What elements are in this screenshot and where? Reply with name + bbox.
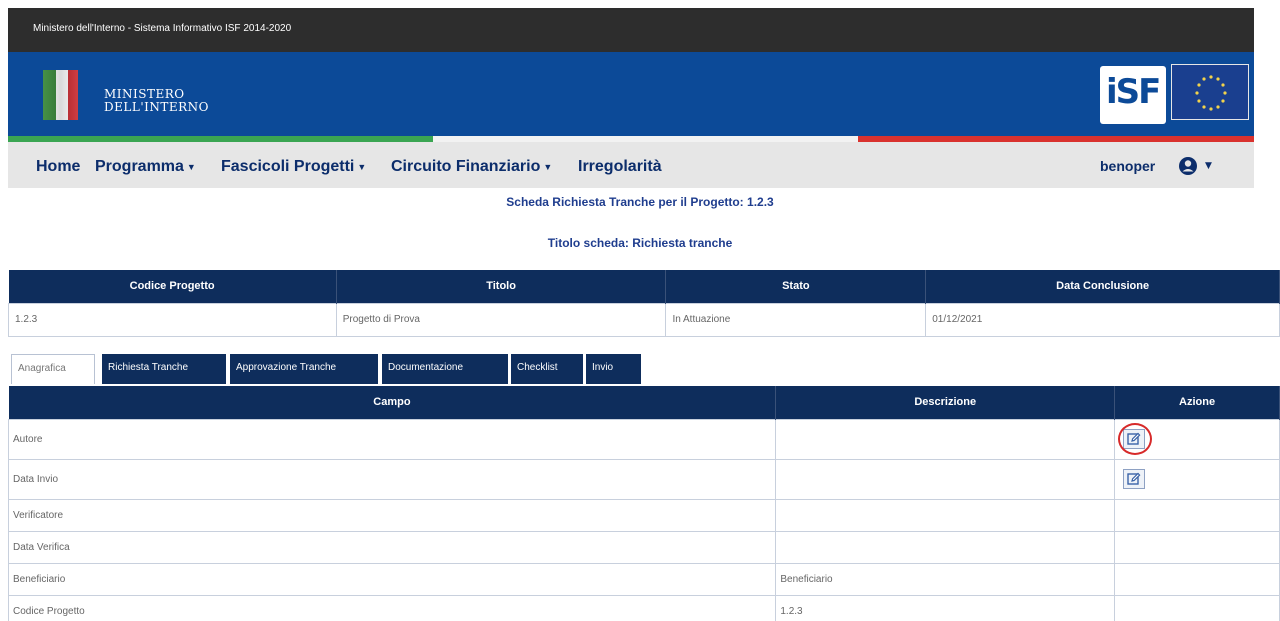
top-bar: Ministero dell'Interno - Sistema Informa… <box>8 8 1254 52</box>
table-row: Beneficiario Beneficiario <box>7 562 1280 596</box>
cell-descrizione <box>775 418 1116 460</box>
nav-fascicoli-label: Fascicoli Progetti <box>221 158 355 175</box>
table-row: Data Invio <box>7 458 1280 500</box>
table-row: Autore <box>7 418 1280 460</box>
username: benoper <box>1100 158 1156 174</box>
italian-flag-logo <box>43 70 89 120</box>
cell-descrizione <box>775 530 1116 564</box>
nav-irregolarita[interactable]: Irregolarità <box>578 158 662 176</box>
cell-data: 01/12/2021 <box>925 302 1280 337</box>
nav-programma[interactable]: Programma ▼ <box>95 158 196 176</box>
cell-azione <box>1114 418 1280 460</box>
cell-campo: Data Invio <box>7 458 777 500</box>
edit-button-data-invio[interactable] <box>1123 469 1146 489</box>
project-summary-table: Codice Progetto Titolo Stato Data Conclu… <box>8 270 1280 337</box>
cell-azione <box>1114 458 1280 500</box>
cell-campo: Beneficiario <box>7 562 777 596</box>
tab-invio[interactable]: Invio <box>585 354 641 384</box>
system-title: Ministero dell'Interno - Sistema Informa… <box>33 23 292 34</box>
cell-descrizione <box>775 458 1116 500</box>
page-title: Scheda Richiesta Tranche per il Progetto… <box>506 195 774 209</box>
cell-azione <box>1114 562 1280 596</box>
tab-richiesta-tranche[interactable]: Richiesta Tranche <box>101 354 226 384</box>
col-stato: Stato <box>665 270 927 303</box>
cell-azione <box>1114 594 1280 621</box>
user-menu[interactable]: benoper <box>1100 158 1155 174</box>
table-row: 1.2.3 Progetto di Prova In Attuazione 01… <box>8 302 1280 337</box>
table-row: Verificatore <box>7 498 1280 532</box>
cell-descrizione: Beneficiario <box>775 562 1116 596</box>
edit-icon <box>1127 472 1141 485</box>
col-data-conclusione: Data Conclusione <box>925 270 1280 303</box>
nav-fascicoli-progetti[interactable]: Fascicoli Progetti ▼ <box>221 158 366 176</box>
tab-checklist[interactable]: Checklist <box>510 354 583 384</box>
nav-programma-label: Programma <box>95 158 184 175</box>
tab-approvazione-tranche[interactable]: Approvazione Tranche <box>229 354 378 384</box>
cell-stato: In Attuazione <box>665 302 927 337</box>
edit-icon <box>1127 432 1141 445</box>
page-subtitle: Titolo scheda: Richiesta tranche <box>547 236 733 250</box>
caret-down-icon: ▼ <box>357 161 367 172</box>
page-margin-left <box>0 0 8 621</box>
nav-circuito-label: Circuito Finanziario <box>391 158 541 175</box>
fields-table: Campo Descrizione Azione Autore Data Inv… <box>7 386 1280 621</box>
cell-codice: 1.2.3 <box>8 302 337 337</box>
table-row: Codice Progetto 1.2.3 <box>7 594 1280 621</box>
ministry-logo-text: MINISTERO DELL'INTERNO <box>104 88 209 114</box>
cell-campo: Codice Progetto <box>7 594 777 621</box>
cell-descrizione: 1.2.3 <box>775 594 1116 621</box>
cell-campo: Autore <box>7 418 777 460</box>
col-descrizione: Descrizione <box>775 386 1116 419</box>
edit-button-autore[interactable] <box>1118 423 1153 455</box>
table-row: Data Verifica <box>7 530 1280 564</box>
cell-titolo: Progetto di Prova <box>335 302 667 337</box>
cell-campo: Verificatore <box>7 498 777 532</box>
ministry-line2: DELL'INTERNO <box>104 100 209 114</box>
main-navbar: Home Programma ▼ Fascicoli Progetti ▼ Circ… <box>8 142 1254 188</box>
ministry-header: MINISTERO DELL'INTERNO iSF <box>8 52 1254 136</box>
user-circle-icon[interactable] <box>1178 156 1198 176</box>
tab-documentazione[interactable]: Documentazione <box>381 354 508 384</box>
col-titolo: Titolo <box>336 270 667 303</box>
cell-azione <box>1114 498 1280 532</box>
eu-flag-logo <box>1171 64 1249 120</box>
caret-down-icon[interactable]: ▼ <box>1205 161 1212 171</box>
caret-down-icon: ▼ <box>543 161 553 172</box>
nav-home[interactable]: Home <box>36 158 80 176</box>
isf-logo-text: iSF <box>1106 72 1161 112</box>
isf-logo: iSF <box>1100 66 1166 124</box>
cell-descrizione <box>775 498 1116 532</box>
caret-down-icon: ▼ <box>186 161 196 172</box>
col-codice-progetto: Codice Progetto <box>8 270 337 303</box>
cell-campo: Data Verifica <box>7 530 777 564</box>
cell-azione <box>1114 530 1280 564</box>
col-campo: Campo <box>8 386 777 419</box>
col-azione: Azione <box>1114 386 1280 419</box>
nav-circuito-finanziario[interactable]: Circuito Finanziario ▼ <box>391 158 552 176</box>
tab-anagrafica[interactable]: Anagrafica <box>11 354 95 384</box>
